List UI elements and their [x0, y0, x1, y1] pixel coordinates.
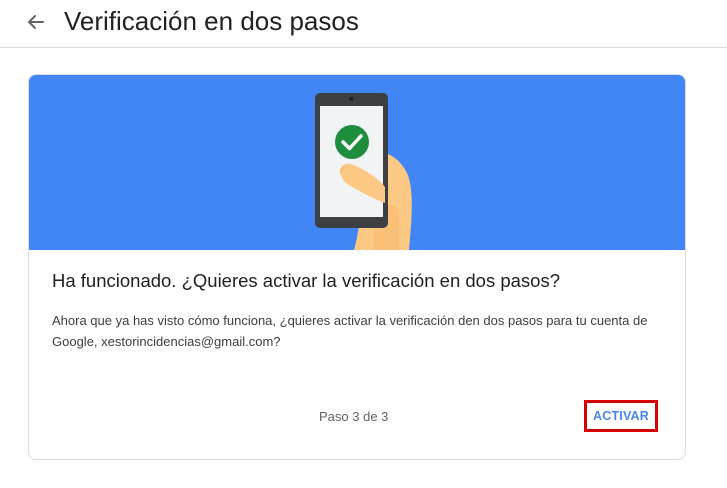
- page-header: Verificación en dos pasos: [0, 0, 727, 48]
- arrow-back-icon: [28, 15, 44, 29]
- hero-banner: [29, 75, 685, 250]
- verification-card: Ha funcionado. ¿Quieres activar la verif…: [28, 74, 686, 460]
- activate-button[interactable]: ACTIVAR: [584, 400, 658, 432]
- back-button[interactable]: [22, 8, 50, 36]
- card-title: Ha funcionado. ¿Quieres activar la verif…: [52, 270, 560, 291]
- page-title: Verificación en dos pasos: [64, 6, 359, 36]
- step-indicator: Paso 3 de 3: [319, 409, 389, 424]
- phone-in-hand-check-icon: [315, 93, 412, 250]
- card-description: Ahora que ya has visto cómo funciona, ¿q…: [52, 313, 648, 349]
